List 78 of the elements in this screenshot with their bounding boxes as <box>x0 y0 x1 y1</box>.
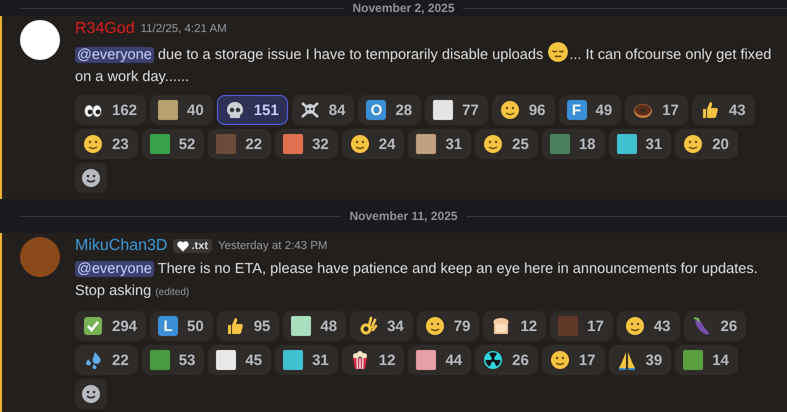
reaction-button[interactable]: 12 <box>342 345 404 375</box>
reaction-button[interactable]: 26 <box>684 311 746 341</box>
radioactive-icon <box>483 350 504 370</box>
reaction-button[interactable]: 17 <box>542 345 604 375</box>
reaction-button[interactable]: 31 <box>275 345 338 375</box>
reaction-button[interactable]: 18 <box>542 129 604 159</box>
praying-hands-icon <box>616 350 636 370</box>
letter-tile-icon: O <box>366 100 386 120</box>
avatar[interactable] <box>20 20 60 60</box>
reaction-button[interactable]: 17 <box>625 95 688 125</box>
reaction-button[interactable]: 31 <box>408 129 472 159</box>
letter-tile-icon: F <box>566 100 586 120</box>
reaction-button[interactable]: 44 <box>408 345 472 375</box>
reaction-button[interactable]: 39 <box>608 345 672 375</box>
pensive-face-icon <box>547 41 570 63</box>
reaction-button[interactable]: 53 <box>142 345 204 375</box>
reaction-button[interactable]: 151 <box>216 95 288 125</box>
edited-label: (edited) <box>155 287 190 298</box>
reaction-button[interactable]: 48 <box>283 311 346 341</box>
timestamp: Yesterday at 2:43 PM <box>218 240 328 252</box>
mention-link[interactable]: @everyone <box>75 261 154 277</box>
reaction-button[interactable]: 12 <box>483 311 546 341</box>
smiley-face-icon <box>483 134 504 154</box>
smiley-face-icon <box>683 134 704 154</box>
reaction-button[interactable]: 22 <box>208 129 272 159</box>
reaction-button[interactable]: 31 <box>608 129 672 159</box>
bread-icon <box>491 316 512 336</box>
smiley-face-icon <box>350 134 370 154</box>
reaction-button[interactable]: 32 <box>275 129 338 159</box>
eggplant-icon <box>692 316 712 336</box>
reaction-button[interactable]: 294 <box>75 311 146 341</box>
reaction-button[interactable]: 26 <box>475 345 538 375</box>
reaction-button[interactable]: 77 <box>425 95 488 125</box>
sweat-drops-icon <box>83 350 103 370</box>
ok-hand-icon <box>358 316 378 336</box>
skull-crossbones-icon <box>300 100 320 120</box>
smiley-face-icon <box>424 316 445 336</box>
reaction-button[interactable]: L 50 <box>150 311 213 341</box>
reaction-button[interactable]: O 28 <box>358 95 422 125</box>
reaction-button[interactable]: 79 <box>416 311 480 341</box>
username[interactable]: MikuChan3D <box>75 237 168 255</box>
reaction-button[interactable]: 95 <box>216 311 280 341</box>
reaction-button[interactable]: 45 <box>208 345 272 375</box>
add-reaction-button[interactable] <box>75 379 107 409</box>
smiley-face-icon <box>500 100 520 120</box>
add-reaction-button[interactable] <box>75 163 107 193</box>
reaction-button[interactable]: 84 <box>292 95 354 125</box>
reaction-button[interactable]: 24 <box>342 129 404 159</box>
mention-link[interactable]: @everyone <box>75 47 154 63</box>
reaction-button[interactable]: 17 <box>550 311 613 341</box>
reaction-button[interactable]: 34 <box>350 311 413 341</box>
skull-icon <box>224 100 245 120</box>
reaction-button[interactable]: 43 <box>692 95 755 125</box>
reaction-button[interactable]: 20 <box>675 129 738 159</box>
date-divider-label: November 11, 2025 <box>349 209 458 223</box>
smiley-face-icon <box>83 134 103 154</box>
letter-tile-icon: L <box>158 316 178 336</box>
timestamp: 11/2/25, 4:21 AM <box>140 23 227 35</box>
reaction-button[interactable]: 23 <box>75 129 138 159</box>
reaction-button[interactable]: 25 <box>475 129 538 159</box>
smiley-face-icon <box>81 384 101 404</box>
check-mark-icon <box>83 316 103 336</box>
reaction-button[interactable]: 43 <box>616 311 680 341</box>
reaction-button[interactable]: 14 <box>675 345 738 375</box>
heart-icon <box>177 240 190 252</box>
reaction-button[interactable]: 96 <box>492 95 554 125</box>
smiley-face-icon <box>624 316 645 336</box>
smiley-face-icon <box>81 168 101 188</box>
message-text: @everyone There is no ETA, please have patience and keep an eye here in announcements for updates. Stop asking (edited) <box>75 260 759 301</box>
reaction-button[interactable]: 40 <box>150 95 213 125</box>
reaction-button[interactable]: 52 <box>142 129 204 159</box>
reaction-button[interactable]: 22 <box>75 345 138 375</box>
reaction-button[interactable]: F 49 <box>558 95 622 125</box>
user-tag[interactable]: .txt <box>173 239 212 253</box>
date-divider-label: November 2, 2025 <box>352 1 455 15</box>
smiley-face-icon <box>550 350 570 370</box>
reaction-button[interactable]: 162 <box>75 95 146 125</box>
message-text: @everyone due to a storage issue I have to temporarily disable uploads ... It can ofcourse only get fixed on a work day...... <box>75 41 773 88</box>
